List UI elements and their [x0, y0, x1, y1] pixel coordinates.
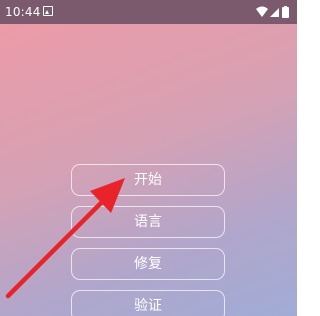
status-bar: 10:44 [0, 0, 297, 24]
status-time: 10:44 [5, 5, 41, 19]
app-screen: 10:44 开始 语言 修复 验证 [0, 0, 297, 316]
language-button[interactable]: 语言 [71, 206, 225, 238]
notification-icon [43, 6, 53, 16]
start-button[interactable]: 开始 [71, 164, 225, 196]
battery-cap [284, 6, 287, 8]
battery-icon [282, 7, 289, 18]
system-icons [255, 5, 291, 19]
wifi-icon [256, 6, 268, 17]
repair-button[interactable]: 修复 [71, 248, 225, 280]
verify-button[interactable]: 验证 [71, 290, 225, 316]
status-icons-svg [256, 6, 289, 18]
cell-signal-icon [270, 8, 279, 17]
